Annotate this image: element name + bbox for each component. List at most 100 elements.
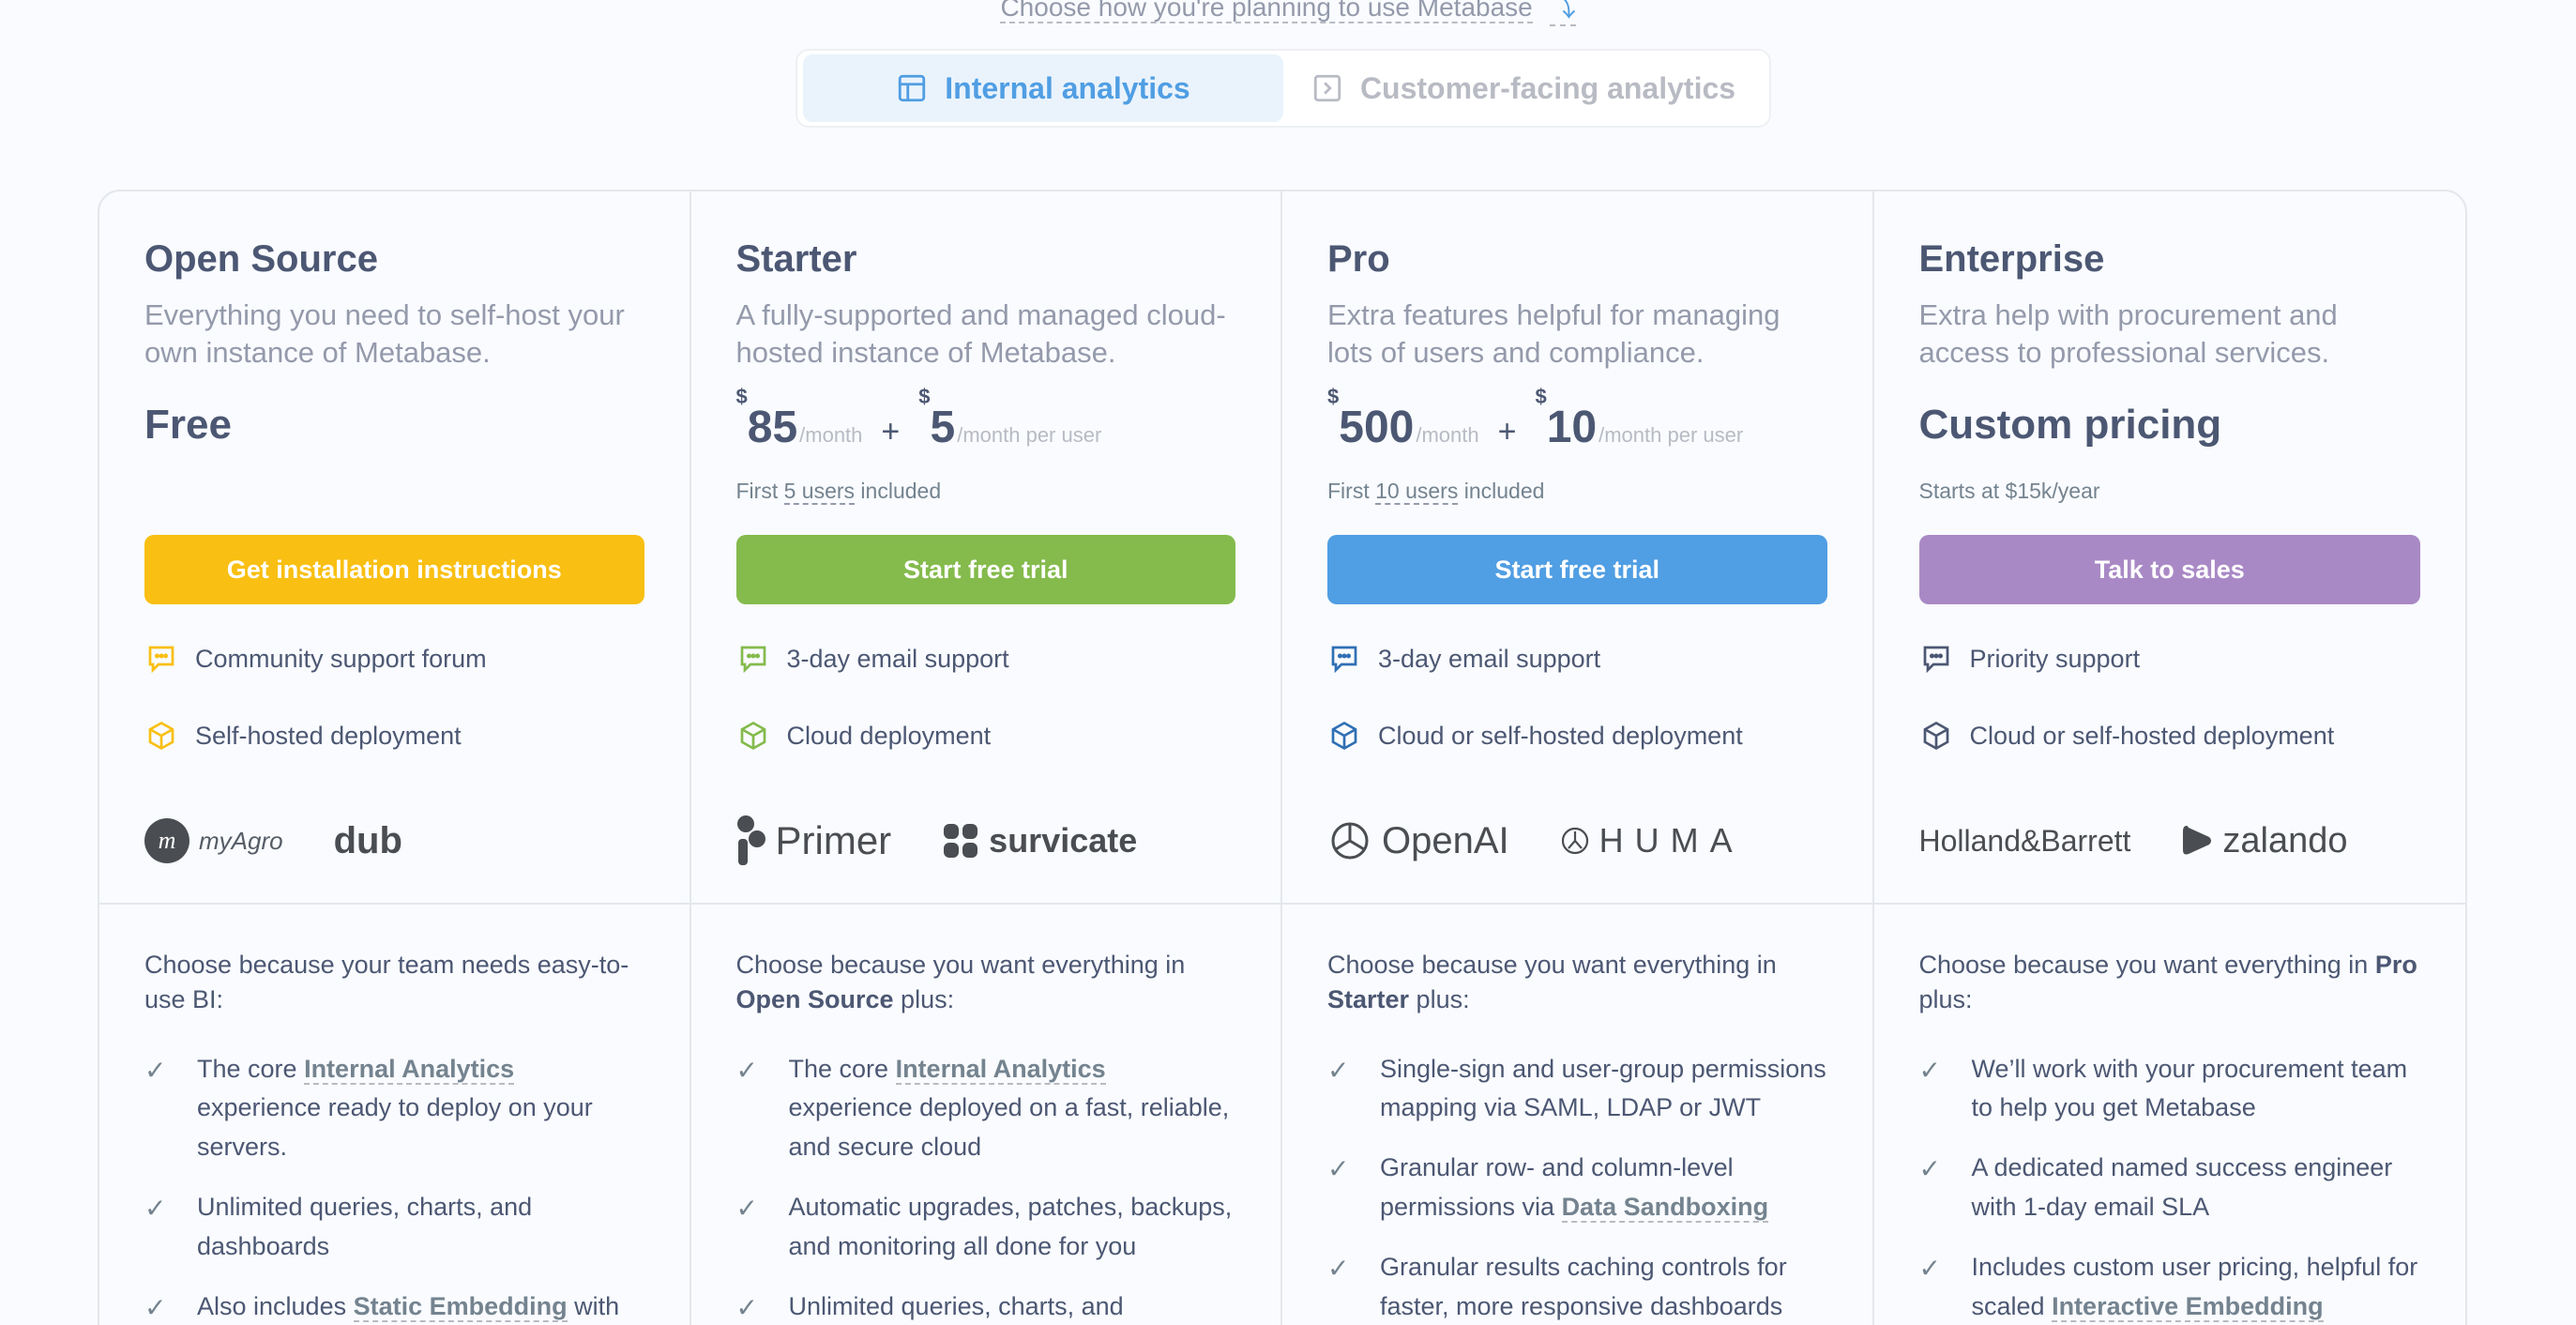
pricing-page: Choose how you're planning to use Metaba… — [0, 0, 2576, 1325]
feature-label: Cloud or self-hosted deployment — [1969, 721, 2335, 750]
layout-icon — [899, 74, 926, 102]
feature-support: 3-day email support — [736, 642, 1236, 676]
data-sandboxing-link[interactable]: Data Sandboxing — [1561, 1193, 1769, 1224]
static-embedding-link[interactable]: Static Embedding — [353, 1291, 568, 1322]
usage-switcher: Internal analytics Customer-facing analy… — [796, 49, 1771, 128]
price: $85 /month + $5 /month per user — [735, 385, 1102, 452]
start-free-trial-button[interactable]: Start free trial — [1327, 535, 1827, 604]
included-users-link[interactable]: 10 users — [1375, 479, 1459, 505]
price-label: Free — [144, 402, 232, 448]
choose-reason: Choose because your team needs easy-to-u… — [144, 951, 629, 1014]
list-item: ✓ Granular row- and column-level permissi… — [1327, 1149, 1827, 1227]
get-installation-instructions-button[interactable]: Get installation instructions — [144, 535, 644, 604]
feature-support: 3-day email support — [1327, 642, 1827, 676]
start-free-trial-button[interactable]: Start free trial — [735, 535, 1235, 604]
plan-benefits: ✓ Single-sign and user-group permissions … — [1327, 1050, 1827, 1325]
price: $500 /month + $10 /month per user — [1327, 385, 1744, 452]
feature-label: Priority support — [1969, 644, 2141, 673]
check-icon: ✓ — [1918, 1055, 1941, 1085]
plan-name: Starter — [735, 238, 857, 280]
feature-label: Community support forum — [195, 644, 487, 673]
feature-label: Cloud or self-hosted deployment — [1378, 721, 1743, 750]
price-note: First 10 users included — [1327, 479, 1545, 505]
feature-support: Community support forum — [144, 642, 644, 676]
logo-primer: Primer — [736, 815, 891, 867]
logo-survicate: survicate — [942, 821, 1137, 860]
check-icon: ✓ — [735, 1055, 758, 1085]
plan-benefits: ✓ We’ll work with your procurement team t… — [1919, 1050, 2421, 1325]
customer-logos: OpenAI HUMA — [1327, 813, 1827, 869]
check-icon: ✓ — [735, 1292, 758, 1322]
chat-bubble-icon — [1923, 646, 1948, 674]
plan-name: Enterprise — [1918, 238, 2105, 280]
feature-deployment: Self-hosted deployment — [144, 719, 644, 753]
internal-analytics-link[interactable]: Internal Analytics — [304, 1054, 515, 1085]
list-item: ✓ Includes custom user pricing, helpful f… — [1919, 1248, 2421, 1325]
base-price: 500 — [1339, 403, 1415, 452]
huma-mark-icon — [1561, 827, 1588, 855]
plus-sign: + — [881, 414, 901, 449]
plan-name: Pro — [1327, 238, 1390, 280]
check-icon: ✓ — [1918, 1253, 1941, 1283]
interactive-embedding-link[interactable]: Interactive Embedding — [2052, 1291, 2324, 1322]
customer-logos: m myAgro dub — [144, 813, 644, 869]
feature-deployment: Cloud deployment — [736, 719, 1236, 753]
included-users-link[interactable]: 5 users — [783, 479, 856, 505]
feature-label: 3-day email support — [1378, 644, 1601, 673]
logo-openai: OpenAI — [1327, 818, 1509, 863]
chooser-hint-text: Choose how you're planning to use Metaba… — [1000, 0, 1533, 23]
plan-description: Extra features helpful for managing lots… — [1327, 298, 1780, 370]
plan-card-pro: Pro Extra features helpful for managing … — [1282, 191, 1874, 1325]
feature-support: Priority support — [1919, 642, 2421, 676]
price-note — [144, 479, 644, 507]
logo-holland-barrett: Holland&Barrett — [1918, 823, 2131, 858]
internal-analytics-link[interactable]: Internal Analytics — [895, 1054, 1106, 1085]
check-icon: ✓ — [1918, 1154, 1941, 1184]
customer-logos: Primer survicate — [736, 813, 1236, 869]
openai-mark-icon — [1331, 822, 1369, 860]
list-item: ✓ Unlimited queries, charts, and dashboar… — [144, 1188, 644, 1267]
tab-internal-analytics[interactable]: Internal analytics — [803, 54, 1283, 122]
svg-text:m: m — [159, 827, 176, 854]
cube-icon — [1331, 721, 1357, 751]
check-icon: ✓ — [144, 1055, 167, 1085]
talk-to-sales-button[interactable]: Talk to sales — [1918, 535, 2420, 604]
logo-zalando: zalando — [2181, 821, 2348, 861]
price-note: First 5 users included — [735, 479, 942, 505]
list-item: ✓ A dedicated named success engineer with… — [1919, 1149, 2421, 1227]
plan-card-starter: Starter A fully-supported and managed cl… — [690, 191, 1282, 1325]
choose-reason: Choose because you want everything in St… — [1327, 951, 1777, 1014]
check-icon: ✓ — [1327, 1253, 1350, 1283]
check-icon: ✓ — [735, 1194, 758, 1224]
chat-bubble-icon — [740, 646, 765, 674]
chat-bubble-icon — [148, 646, 174, 674]
list-item: ✓ Automatic upgrades, patches, backups, a… — [736, 1188, 1236, 1267]
plan-card-open-source: Open Source Everything you need to self-… — [99, 191, 691, 1325]
survicate-mark-icon — [944, 824, 978, 858]
check-icon: ✓ — [1327, 1154, 1350, 1184]
curved-arrow-icon: ⤵ — [1549, 0, 1576, 26]
per-user-price: 10 — [1546, 403, 1598, 452]
feature-deployment: Cloud or self-hosted deployment — [1919, 719, 2421, 753]
price-label: Custom pricing — [1918, 402, 2222, 448]
price: Free — [144, 402, 644, 456]
primer-mark-icon — [736, 815, 765, 865]
list-item: ✓ The core Internal Analytics experience … — [736, 1050, 1236, 1168]
plan-card-enterprise: Enterprise Extra help with procurement a… — [1873, 191, 2465, 1325]
myagro-mark-icon: m — [144, 818, 189, 863]
check-icon: ✓ — [1327, 1055, 1350, 1085]
tab-customer-facing-analytics-label: Customer-facing analytics — [1359, 70, 1736, 105]
customer-logos: Holland&Barrett zalando — [1919, 813, 2421, 869]
chooser-hint: Choose how you're planning to use Metaba… — [0, 0, 2576, 26]
list-item: ✓ Unlimited queries, charts, and — [736, 1287, 1236, 1325]
cube-icon — [148, 721, 174, 751]
tab-customer-facing-analytics[interactable]: Customer-facing analytics — [1283, 54, 1764, 122]
list-item: ✓ We’ll work with your procurement team t… — [1919, 1050, 2421, 1129]
list-item: ✓ Granular results caching controls for f… — [1327, 1248, 1827, 1325]
chat-bubble-icon — [1331, 646, 1357, 674]
list-item: ✓Also includes Static Embedding with the… — [144, 1287, 644, 1325]
base-price: 85 — [747, 403, 798, 452]
plan-benefits: ✓ The core Internal Analytics experience … — [736, 1050, 1236, 1325]
logo-dub: dub — [333, 819, 402, 861]
embed-icon — [1313, 74, 1341, 102]
